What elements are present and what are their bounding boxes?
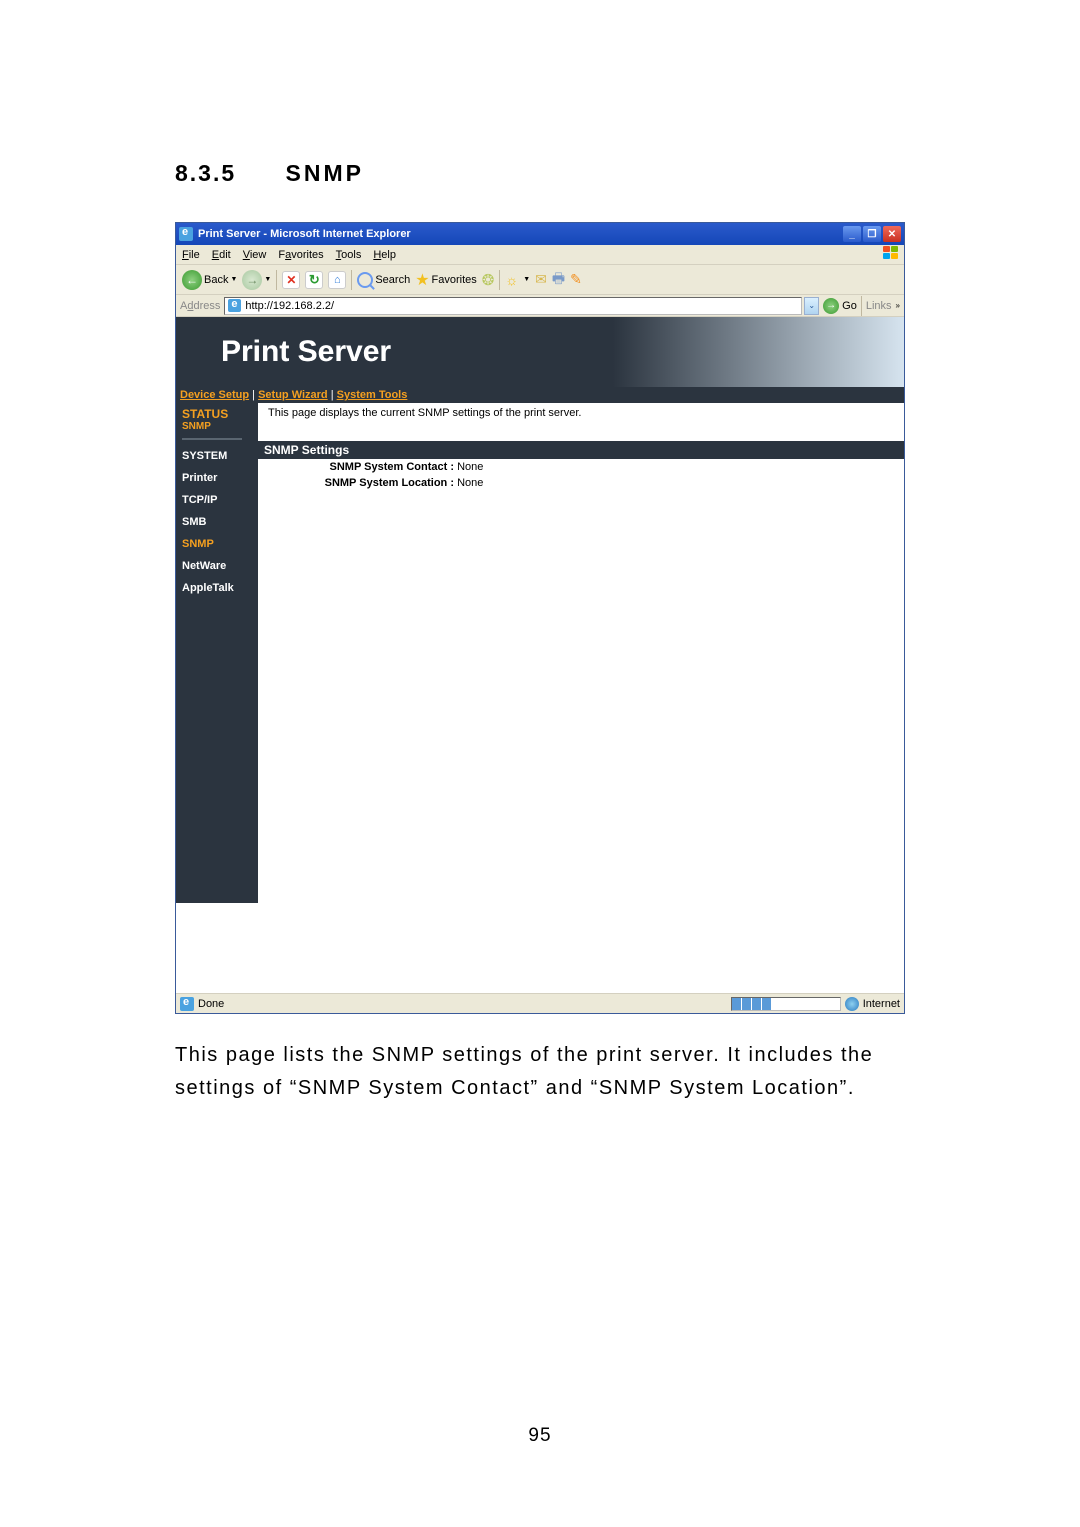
location-label: SNMP System Location :: [264, 477, 454, 489]
nav-setup-wizard[interactable]: Setup Wizard: [258, 389, 328, 401]
address-input[interactable]: http://192.168.2.2/: [224, 297, 802, 315]
contact-value: None: [457, 461, 483, 473]
page-icon: [228, 299, 241, 312]
maximize-button[interactable]: ❐: [863, 226, 881, 242]
blank-area: [176, 903, 904, 993]
go-icon: →: [823, 298, 839, 314]
nav-system-tools[interactable]: System Tools: [337, 389, 408, 401]
sidebar-item-printer[interactable]: Printer: [182, 472, 252, 484]
content-pane: This page displays the current SNMP sett…: [258, 403, 904, 903]
menu-tools[interactable]: Tools: [336, 249, 362, 261]
ie-icon: [179, 227, 193, 241]
nav-device-setup[interactable]: Device Setup: [180, 389, 249, 401]
description-text: This page displays the current SNMP sett…: [258, 403, 904, 423]
sidebar-item-tcpip[interactable]: TCP/IP: [182, 494, 252, 506]
progress-bar: [731, 997, 841, 1011]
star-icon: ★: [415, 270, 429, 290]
sidebar-header-status: STATUS: [182, 407, 252, 421]
section-header: SNMP Settings: [258, 441, 904, 459]
address-bar: Address http://192.168.2.2/ ⌄ → Go Links…: [176, 295, 904, 317]
stop-button[interactable]: ✕: [282, 271, 300, 289]
separator-icon: [276, 270, 277, 290]
status-zone: Internet: [863, 998, 900, 1010]
links-label[interactable]: Links: [862, 300, 896, 312]
sidebar-item-netware[interactable]: NetWare: [182, 560, 252, 572]
heading-title: SNMP: [286, 160, 364, 186]
sidebar-item-appletalk[interactable]: AppleTalk: [182, 582, 252, 594]
sidebar: STATUS SNMP SYSTEM Printer TCP/IP SMB SN…: [176, 403, 258, 903]
chevron-icon[interactable]: »: [896, 301, 904, 310]
toolbar: ← Back ▼ →▼ ✕ ↻ ⌂ Search ★ Favorites ❂ ☼…: [176, 265, 904, 295]
page-content: Print Server Device Setup | Setup Wizard…: [176, 317, 904, 993]
separator-icon: [351, 270, 352, 290]
media-icon[interactable]: ☼: [505, 272, 518, 288]
page-icon: [180, 997, 194, 1011]
edit-icon[interactable]: ✎: [570, 271, 582, 288]
status-bar: Done Internet: [176, 993, 904, 1013]
contact-label: SNMP System Contact :: [264, 461, 454, 473]
page-number: 95: [528, 1425, 551, 1447]
main-area: STATUS SNMP SYSTEM Printer TCP/IP SMB SN…: [176, 403, 904, 903]
menu-help[interactable]: Help: [373, 249, 396, 261]
url-text: http://192.168.2.2/: [245, 300, 334, 312]
forward-button[interactable]: →▼: [242, 270, 271, 290]
window-titlebar: Print Server - Microsoft Internet Explor…: [176, 223, 904, 245]
sidebar-divider: [182, 438, 242, 440]
back-button[interactable]: ← Back ▼: [182, 270, 237, 290]
separator-icon: [499, 270, 500, 290]
close-button[interactable]: ✕: [883, 226, 901, 242]
window-buttons: _ ❐ ✕: [843, 226, 901, 242]
back-label: Back: [204, 274, 228, 286]
search-icon: [357, 272, 373, 288]
sidebar-item-system[interactable]: SYSTEM: [182, 450, 252, 462]
home-button[interactable]: ⌂: [328, 271, 346, 289]
address-dropdown[interactable]: ⌄: [804, 297, 819, 315]
windows-logo-icon: [883, 246, 901, 262]
go-button[interactable]: → Go: [819, 298, 861, 314]
menu-view[interactable]: View: [243, 249, 267, 261]
row-location: SNMP System Location : None: [258, 475, 904, 491]
section-heading: 8.3.5 SNMP: [175, 160, 950, 187]
heading-number: 8.3.5: [175, 160, 236, 187]
search-button[interactable]: Search: [357, 272, 410, 288]
status-right: Internet: [731, 997, 900, 1011]
go-label: Go: [842, 300, 857, 312]
banner: Print Server: [176, 317, 904, 387]
menu-bar: File Edit View Favorites Tools Help: [176, 245, 904, 265]
titlebar-left: Print Server - Microsoft Internet Explor…: [179, 227, 411, 241]
favorites-button[interactable]: ★ Favorites: [415, 270, 477, 290]
caption-text: This page lists the SNMP settings of the…: [175, 1039, 895, 1105]
mail-icon[interactable]: ✉: [535, 271, 547, 288]
search-label: Search: [375, 274, 410, 286]
address-label: Address: [176, 300, 224, 312]
status-left: Done: [180, 997, 224, 1011]
refresh-button[interactable]: ↻: [305, 271, 323, 289]
history-icon[interactable]: ❂: [482, 271, 495, 289]
status-done: Done: [198, 998, 224, 1010]
top-nav: Device Setup | Setup Wizard | System Too…: [176, 387, 904, 403]
menu-file[interactable]: File: [182, 249, 200, 261]
globe-icon: [845, 997, 859, 1011]
favorites-label: Favorites: [432, 274, 477, 286]
location-value: None: [457, 477, 483, 489]
browser-window: Print Server - Microsoft Internet Explor…: [175, 222, 905, 1014]
row-contact: SNMP System Contact : None: [258, 459, 904, 475]
sidebar-item-snmp[interactable]: SNMP: [182, 538, 252, 550]
window-title: Print Server - Microsoft Internet Explor…: [198, 228, 411, 240]
sidebar-item-smb[interactable]: SMB: [182, 516, 252, 528]
banner-title: Print Server: [221, 335, 391, 369]
menu-favorites[interactable]: Favorites: [278, 249, 323, 261]
print-icon[interactable]: 🖶: [552, 268, 565, 292]
minimize-button[interactable]: _: [843, 226, 861, 242]
menu-edit[interactable]: Edit: [212, 249, 231, 261]
sidebar-header-sub: SNMP: [182, 421, 252, 432]
